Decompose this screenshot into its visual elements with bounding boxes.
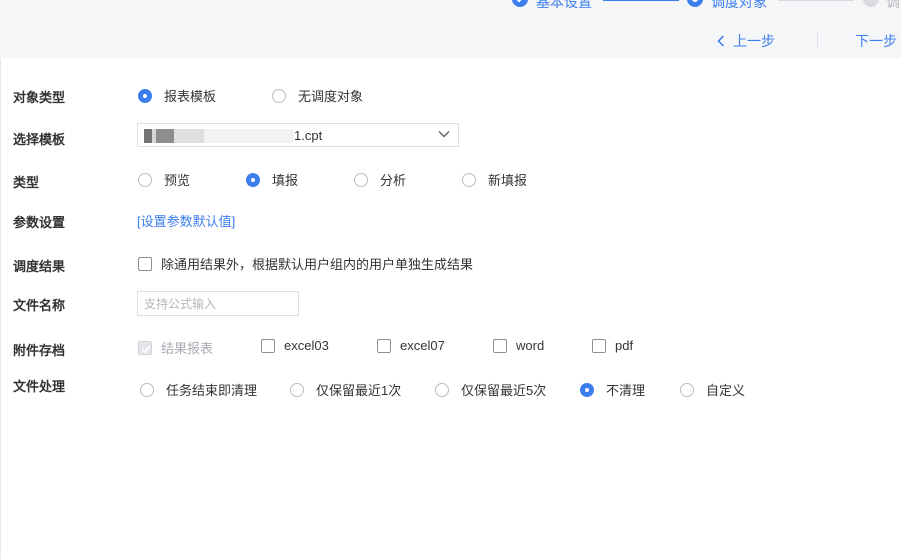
radio-checked-icon — [246, 172, 260, 187]
checkbox-label: excel03 — [284, 338, 329, 353]
object-type-label: 对象类型 — [13, 90, 66, 105]
radio-unchecked-icon — [435, 382, 449, 397]
radio-checked-icon — [138, 88, 152, 103]
check-icon — [512, 0, 528, 7]
radio-label: 仅保留最近5次 — [461, 383, 547, 398]
checkbox-label: 结果报表 — [161, 341, 214, 356]
radio-label: 预览 — [164, 173, 191, 188]
attachment-result-report-checkbox: 结果报表 — [138, 338, 213, 357]
file-handling-radio-keep-last-5[interactable]: 仅保留最近5次 — [435, 380, 546, 399]
wizard-header: 基本设置 调度对象 调 上一步 下一步 — [0, 0, 901, 58]
radio-label: 无调度对象 — [298, 89, 364, 104]
type-radio-preview[interactable]: 预览 — [138, 170, 190, 189]
file-name-input[interactable] — [137, 291, 299, 316]
redacted-text — [144, 129, 294, 143]
checkbox-label: pdf — [615, 338, 634, 353]
radio-label: 报表模板 — [164, 89, 217, 104]
file-handling-label: 文件处理 — [13, 379, 66, 394]
template-label: 选择模板 — [13, 132, 66, 147]
template-select[interactable]: 1.cpt — [137, 123, 459, 147]
chevron-left-icon — [717, 35, 725, 47]
next-step-button[interactable]: 下一步 — [855, 31, 897, 51]
prev-step-button[interactable]: 上一步 — [717, 31, 775, 51]
file-handling-radio-keep-last-1[interactable]: 仅保留最近1次 — [290, 380, 401, 399]
divider — [0, 58, 1, 559]
prev-step-label: 上一步 — [733, 33, 775, 49]
radio-unchecked-icon — [462, 172, 476, 187]
step-connector — [778, 0, 854, 1]
file-handling-radio-clean-on-finish[interactable]: 任务结束即清理 — [140, 380, 257, 399]
radio-label: 不清理 — [606, 383, 646, 398]
step-connector — [603, 0, 679, 1]
radio-unchecked-icon — [354, 172, 368, 187]
radio-label: 分析 — [380, 173, 407, 188]
radio-checked-icon — [580, 382, 594, 397]
radio-label: 填报 — [272, 173, 299, 188]
attachment-word-checkbox[interactable]: word — [493, 338, 544, 353]
checkbox-unchecked-icon — [493, 338, 507, 353]
checkbox-label: 除通用结果外，根据默认用户组内的用户单独生成结果 — [161, 257, 474, 272]
checkbox-unchecked-icon — [138, 256, 152, 271]
chevron-down-icon — [438, 131, 450, 138]
result-label: 调度结果 — [13, 259, 66, 274]
params-label: 参数设置 — [13, 215, 66, 230]
radio-unchecked-icon — [140, 382, 154, 397]
type-label: 类型 — [13, 175, 40, 190]
checkbox-unchecked-icon — [261, 338, 275, 353]
step-indicator: 基本设置 调度对象 调 — [0, 0, 901, 11]
radio-unchecked-icon — [680, 382, 694, 397]
radio-unchecked-icon — [290, 382, 304, 397]
file-handling-radio-no-clean[interactable]: 不清理 — [580, 380, 645, 399]
type-radio-fill[interactable]: 填报 — [246, 170, 298, 189]
per-user-result-checkbox[interactable]: 除通用结果外，根据默认用户组内的用户单独生成结果 — [138, 254, 473, 273]
radio-label: 新填报 — [488, 173, 528, 188]
type-radio-new-fill[interactable]: 新填报 — [462, 170, 527, 189]
pending-step-icon — [863, 0, 879, 7]
attachment-excel03-checkbox[interactable]: excel03 — [261, 338, 329, 353]
checkbox-checked-disabled-icon — [138, 340, 152, 355]
radio-label: 仅保留最近1次 — [316, 383, 402, 398]
checkbox-label: word — [516, 338, 545, 353]
object-type-radio-template[interactable]: 报表模板 — [138, 86, 216, 105]
attachment-pdf-checkbox[interactable]: pdf — [592, 338, 633, 353]
checkbox-unchecked-icon — [592, 338, 606, 353]
checkbox-label: excel07 — [400, 338, 445, 353]
current-step-icon — [687, 0, 703, 7]
set-default-params-link[interactable]: [设置参数默认值] — [137, 211, 235, 230]
step-label-object: 调度对象 — [711, 0, 767, 10]
template-value: 1.cpt — [294, 128, 323, 143]
object-type-radio-none[interactable]: 无调度对象 — [272, 86, 363, 105]
file-handling-radio-custom[interactable]: 自定义 — [680, 380, 745, 399]
radio-label: 任务结束即清理 — [166, 383, 258, 398]
divider — [817, 33, 818, 47]
attachment-excel07-checkbox[interactable]: excel07 — [377, 338, 445, 353]
radio-unchecked-icon — [138, 172, 152, 187]
type-radio-analysis[interactable]: 分析 — [354, 170, 406, 189]
file-name-label: 文件名称 — [13, 298, 66, 313]
attachments-label: 附件存档 — [13, 343, 66, 358]
step-label-next: 调 — [886, 0, 900, 10]
radio-unchecked-icon — [272, 88, 286, 103]
radio-label: 自定义 — [706, 383, 746, 398]
step-label-basic: 基本设置 — [536, 0, 592, 10]
checkbox-unchecked-icon — [377, 338, 391, 353]
next-step-label: 下一步 — [855, 33, 897, 49]
